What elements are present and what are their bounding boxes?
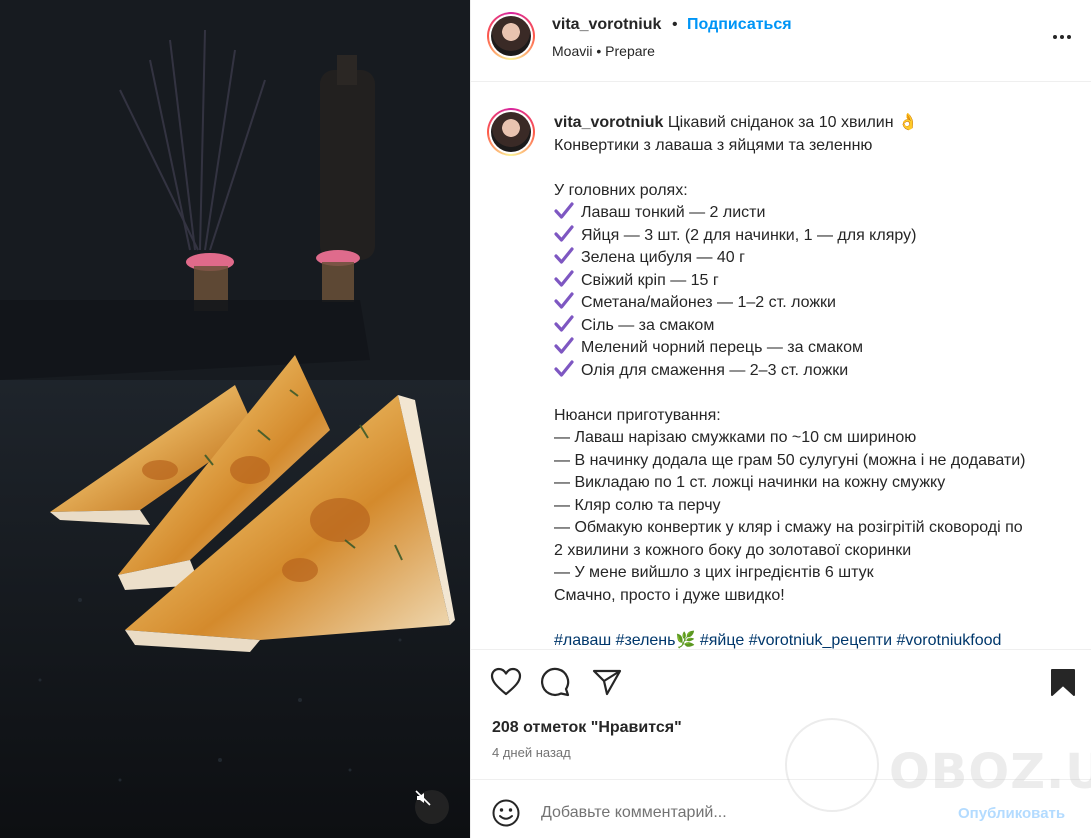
checkmark-icon [554,337,574,354]
follow-button[interactable]: Подписаться [687,16,792,34]
more-dot [1067,35,1071,39]
header-separator: • [672,16,678,33]
ingredient-item: Сметана/майонез — 1–2 ст. ложки [554,292,1084,315]
ingredient-text: Зелена цибуля — 40 г [581,249,745,266]
hashtag-link[interactable]: #зелень🌿 [616,632,696,649]
food-photo [0,0,470,838]
checkmark-icon [554,292,574,309]
ingredient-text: Сіль — за смаком [581,316,715,334]
checkmark-icon [554,247,574,264]
author-username[interactable]: vita_vorotniuk [552,16,661,34]
caption-author-avatar[interactable] [487,108,535,156]
comment-bar: Опубликовать [471,779,1091,838]
ingredient-text: Мелений чорний перець — за смаком [581,339,863,356]
ingredient-text: Сметана/майонез — 1–2 ст. ложки [581,294,836,311]
post-header: vita_vorotniuk • Подписаться Moavii • Pr… [471,0,1091,82]
like-button[interactable] [490,667,522,697]
ingredient-text: Лаваш тонкий — 2 листи [581,204,766,221]
step-item: 2 хвилини з кожного боку до золотавої ск… [554,541,912,559]
checkmark-icon [554,359,574,377]
action-bar [471,649,1091,709]
post-time[interactable]: 4 дней назад [492,745,571,760]
step-item: — Лаваш нарізаю смужками по ~10 см ширин… [554,429,917,446]
ingredients-heading: У головних ролях: [554,181,688,199]
paper-plane-icon [592,669,622,696]
step-item: Смачно, просто і дуже швидко! [554,586,785,604]
step-item: — Викладаю по 1 ст. ложці начинки на кож… [554,474,946,491]
caption-subtitle: Конвертики з лаваша з яйцями та зеленню [554,136,873,154]
post-subtitle: Moavii • Prepare [552,43,655,59]
more-dot [1060,35,1064,39]
steps-list: — Лаваш нарізаю смужками по ~10 см ширин… [554,427,1084,607]
comment-button[interactable] [540,667,572,697]
mute-button[interactable] [415,790,449,824]
ingredient-item: Сіль — за смаком [554,314,1084,338]
checkmark-icon [554,224,574,242]
hashtag-link[interactable]: #яйце [700,632,744,649]
caption-text: vita_vorotniuk Цікавий сніданок за 10 хв… [554,112,1084,649]
caption-username[interactable]: vita_vorotniuk [554,114,663,131]
ingredient-item: Свіжий кріп — 15 г [554,269,1084,293]
hashtag-link[interactable]: #vorotniukfood [896,632,1001,649]
checkmark-icon [554,314,574,332]
share-button[interactable] [591,667,623,697]
ingredient-item: Мелений чорний перець — за смаком [554,337,1084,360]
ingredients-list: Лаваш тонкий — 2 листи Яйця — 3 шт. (2 дл… [554,202,1084,382]
likes-count[interactable]: 208 отметок "Нравится" [492,719,682,737]
more-options-button[interactable] [1047,24,1077,50]
heart-icon [490,667,522,696]
ok-hand-emoji: 👌 [898,114,918,131]
hashtag-link[interactable]: #vorotniuk_рецепти [749,632,892,649]
step-item: — В начинку додала ще грам 50 сулугуні (… [554,451,1026,469]
comment-input[interactable] [541,800,941,826]
smiley-icon [492,799,520,827]
steps-heading: Нюанси приготування: [554,406,721,424]
caption-title: Цікавий сніданок за 10 хвилин [667,114,894,131]
save-button[interactable] [1047,667,1079,697]
publish-button[interactable]: Опубликовать [958,805,1065,822]
ingredient-text: Олія для смаження — 2–3 ст. ложки [581,361,849,379]
more-dot [1053,35,1057,39]
step-item: — У мене вийшло з цих інгредієнтів 6 шту… [554,564,874,581]
ingredient-item: Олія для смаження — 2–3 ст. ложки [554,359,1084,383]
comment-bubble-icon [541,667,570,697]
ingredient-item: Лаваш тонкий — 2 листи [554,202,1084,225]
hashtag-link[interactable]: #лаваш [554,632,611,649]
post-panel: vita_vorotniuk • Подписаться Moavii • Pr… [470,0,1091,838]
ingredient-item: Яйця — 3 шт. (2 для начинки, 1 — для кля… [554,224,1084,248]
ingredient-text: Свіжий кріп — 15 г [581,271,719,289]
checkmark-icon [554,202,574,219]
muted-speaker-icon [415,790,431,806]
ingredient-text: Яйця — 3 шт. (2 для начинки, 1 — для кля… [581,226,917,244]
ingredient-item: Зелена цибуля — 40 г [554,247,1084,270]
author-avatar[interactable] [487,12,535,60]
audio-link[interactable]: Prepare [605,43,655,59]
step-item: — Кляр солю та перчу [554,496,721,514]
location-link[interactable]: Moavii [552,43,592,59]
subtitle-separator: • [596,43,602,59]
emoji-button[interactable] [491,798,521,828]
post-media-video[interactable] [0,0,470,838]
caption-area[interactable]: vita_vorotniuk Цікавий сніданок за 10 хв… [471,83,1091,649]
bookmark-icon [1051,669,1075,696]
checkmark-icon [554,269,574,287]
step-item: — Обмакую конвертик у кляр і смажу на ро… [554,519,1023,536]
hashtags: #лаваш #зелень🌿 #яйце #vorotniuk_рецепти… [554,630,1084,650]
